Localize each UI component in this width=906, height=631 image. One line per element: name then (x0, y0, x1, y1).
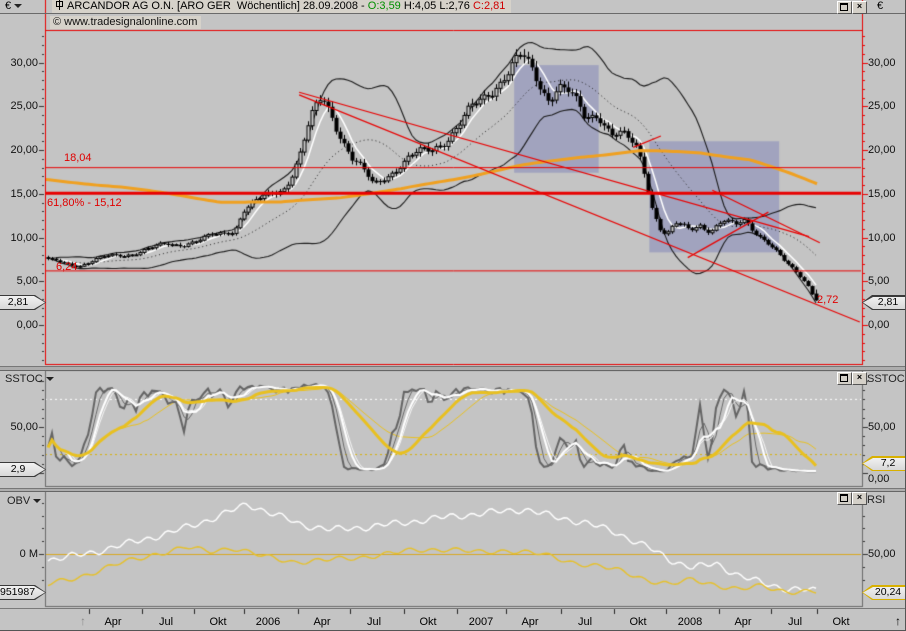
time-axis-label: Jul (159, 616, 173, 628)
rsi-right-label: RSI (867, 494, 885, 506)
stoch-left-tick-label: 50,00 (2, 421, 38, 433)
y-axis-label-left: 30,00 (2, 57, 38, 69)
y-axis-label-left: 10,00 (2, 232, 38, 244)
chart-canvas[interactable] (0, 0, 906, 631)
y-axis-label-left: 5,00 (2, 275, 38, 287)
y-axis-label-right: 30,00 (868, 57, 896, 69)
time-axis-label: Apr (521, 616, 538, 628)
time-axis-label: Apr (104, 616, 121, 628)
time-axis-label: Apr (734, 616, 751, 628)
maximize-icon (840, 494, 848, 502)
maximize-icon (840, 374, 848, 382)
stoch-pane-dropdown[interactable]: SSTOC (5, 373, 54, 385)
obv-marker-left: 951987 (0, 585, 46, 600)
chevron-down-icon (46, 377, 54, 381)
maximize-icon (840, 3, 848, 11)
rsi-marker-right: 20,24 (862, 585, 906, 600)
maximize-button[interactable] (837, 1, 852, 14)
panel-splitter[interactable] (0, 366, 906, 371)
stoch-right-tick-label: 50,00 (868, 421, 896, 433)
y-axis-label-right: 25,00 (868, 100, 896, 112)
left-axis-unit-dropdown[interactable]: € (5, 0, 22, 12)
close-icon: × (857, 492, 862, 502)
time-axis-label: Okt (832, 616, 849, 628)
obv-close-button[interactable]: × (852, 492, 867, 505)
stoch-right-label: SSTOC (867, 373, 905, 385)
scroll-left-button[interactable]: ↑ (80, 614, 86, 628)
price-marker-right: 2,81 (862, 295, 906, 310)
app-window: € ARCANDOR AG O.N. [ARO GER Wöchentlich]… (0, 0, 906, 631)
time-axis-label: Okt (419, 616, 436, 628)
time-axis-label: Jul (788, 616, 802, 628)
y-axis-label-left: 0,00 (2, 319, 38, 331)
title-open-value: O:3,59 (368, 0, 401, 12)
title-separator (0, 13, 906, 14)
y-axis-label-right: 20,00 (868, 144, 896, 156)
pin-icon (56, 0, 64, 10)
right-axis-unit: € (877, 0, 883, 12)
y-axis-label-left: 20,00 (2, 144, 38, 156)
stoch-marker-left: 2,9 (0, 462, 46, 477)
obv-maximize-button[interactable] (837, 492, 852, 505)
panel-splitter[interactable] (0, 488, 906, 492)
level-label-fibonacci-1512: 61,80% - 15,12 (47, 197, 122, 209)
time-axis-label: Jul (367, 616, 381, 628)
stoch-maximize-button[interactable] (837, 372, 852, 385)
title-instrument: ARCANDOR AG O.N. [ARO GER Wöchentlich] 2… (67, 0, 368, 12)
time-axis-label: Apr (313, 616, 330, 628)
y-axis-label-left: 15,00 (2, 188, 38, 200)
y-axis-label-left: 25,00 (2, 100, 38, 112)
time-axis-label: Okt (629, 616, 646, 628)
close-button[interactable]: × (852, 1, 867, 14)
level-label-624: 6,24 (56, 261, 77, 273)
time-axis: ↑ ↑ Apr Jul Okt 2006 Apr Jul Okt 2007 Apr Jul Okt 2… (0, 608, 906, 631)
time-axis-label: Jul (578, 616, 592, 628)
y-axis-label-right: 0,00 (868, 319, 889, 331)
title-close-value: C:2,81 (473, 0, 505, 12)
copyright-label: © www.tradesignalonline.com (50, 16, 201, 29)
title-high-low: H:4,05 L:2,76 (401, 0, 473, 12)
stoch-right-zero-label: 0,00 (868, 473, 889, 485)
chart-title: ARCANDOR AG O.N. [ARO GER Wöchentlich] 2… (52, 0, 511, 13)
chevron-down-icon (33, 499, 41, 503)
time-axis-label: 2006 (256, 616, 280, 628)
close-icon: × (857, 1, 862, 11)
chevron-down-icon (14, 4, 22, 8)
stoch-close-button[interactable]: × (852, 372, 867, 385)
level-label-1804: 18,04 (64, 152, 92, 164)
close-icon: × (857, 372, 862, 382)
y-axis-label-right: 5,00 (868, 275, 889, 287)
trendline-value-label: 2,72 (817, 294, 838, 306)
time-axis-label: Okt (209, 616, 226, 628)
price-marker-left: 2,81 (0, 295, 46, 310)
time-axis-label: 2008 (678, 616, 702, 628)
y-axis-label-right: 15,00 (868, 188, 896, 200)
y-axis-label-right: 10,00 (868, 232, 896, 244)
obv-zero-tick-label: 0 M (2, 548, 38, 560)
scroll-right-button[interactable]: ↑ (895, 614, 901, 628)
time-axis-label: 2007 (469, 616, 493, 628)
title-bar: € ARCANDOR AG O.N. [ARO GER Wöchentlich]… (0, 0, 906, 13)
stoch-marker-right: 7,2 (862, 456, 906, 471)
rsi-mid-tick-label: 50,00 (868, 548, 896, 560)
obv-pane-dropdown[interactable]: OBV (7, 495, 41, 507)
